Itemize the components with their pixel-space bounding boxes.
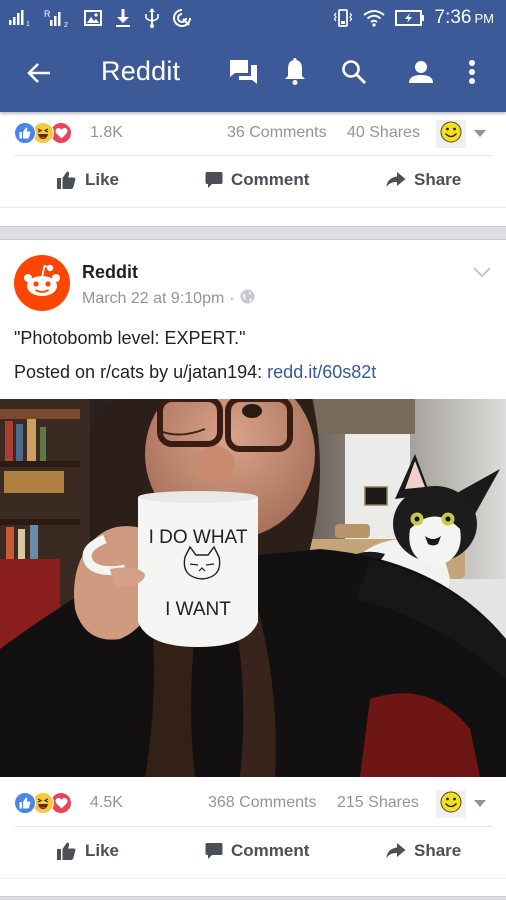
clock-time: 7:36: [434, 7, 472, 28]
share-arrow-icon: [386, 172, 406, 188]
comment-bubble-icon: [205, 171, 223, 189]
svg-text:2: 2: [64, 22, 68, 28]
reaction-profile-picker[interactable]: [436, 790, 466, 818]
smiley-face-icon: [440, 121, 462, 148]
meta-separator: ·: [229, 290, 235, 307]
shares-count[interactable]: 40 Shares: [347, 124, 420, 142]
share-arrow-icon: [386, 843, 406, 859]
page-title: Reddit: [101, 56, 181, 86]
post-action-row: Like Comment Share: [0, 826, 506, 876]
like-button[interactable]: Like: [57, 155, 119, 205]
share-button[interactable]: Share: [386, 155, 461, 205]
usb-icon: [144, 8, 160, 28]
divider: [0, 878, 506, 879]
clock-ampm: PM: [474, 11, 495, 26]
like-reaction-icon: [14, 122, 36, 144]
post-source-line: Posted on r/cats by u/jatan194: redd.it/…: [14, 362, 376, 383]
comment-button[interactable]: Comment: [205, 826, 309, 876]
share-label: Share: [414, 841, 462, 860]
wifi-icon: [362, 9, 385, 27]
comment-button[interactable]: Comment: [205, 155, 309, 205]
search-button[interactable]: [338, 58, 370, 90]
feed-separator: [0, 226, 506, 240]
chevron-down-icon[interactable]: [474, 800, 486, 807]
mug-text-bottom: I WANT: [165, 599, 231, 620]
like-reaction-icon: [14, 792, 36, 814]
divider: [0, 207, 506, 208]
app-bar: Reddit: [0, 36, 506, 112]
share-label: Share: [414, 170, 462, 189]
status-bar: 1 R2 7:36 PM: [0, 0, 506, 36]
like-button[interactable]: Like: [57, 826, 119, 876]
post-link[interactable]: redd.it/60s82t: [267, 362, 376, 382]
post-meta: March 22 at 9:10pm ·: [82, 289, 255, 309]
post-photo[interactable]: I DO WHAT I WANT: [0, 399, 506, 777]
post-caption: "Photobomb level: EXPERT.": [14, 328, 246, 348]
profile-button[interactable]: [405, 58, 437, 90]
notifications-bell-icon: [283, 57, 307, 91]
thumbs-up-icon: [57, 171, 77, 189]
clock: 7:36 PM: [435, 7, 494, 29]
comment-label: Comment: [231, 170, 310, 189]
back-arrow-icon: [26, 62, 52, 89]
svg-text:R: R: [44, 9, 51, 19]
reaction-count[interactable]: 1.8K: [90, 124, 123, 142]
post-action-row: Like Comment Share: [0, 155, 506, 205]
chevron-down-icon: [472, 265, 492, 283]
smiley-face-icon: [440, 791, 462, 818]
signal-sim1-icon: 1: [8, 9, 32, 27]
post-stats-row: 1.8K 36 Comments 40 Shares: [0, 114, 506, 152]
image-notification-icon: [84, 10, 102, 26]
hotspot-icon: [172, 8, 192, 28]
comment-bubble-icon: [205, 842, 223, 860]
reaction-profile-picker[interactable]: [436, 120, 466, 148]
comments-count[interactable]: 36 Comments: [227, 124, 327, 142]
globe-icon: [240, 289, 255, 309]
download-icon: [114, 8, 132, 28]
post-source-text: Posted on r/cats by u/jatan194:: [14, 362, 268, 382]
post-timestamp[interactable]: March 22 at 9:10pm: [82, 290, 224, 308]
reddit-snoo-icon: [22, 263, 62, 304]
avatar[interactable]: [14, 255, 70, 311]
svg-text:1: 1: [26, 21, 30, 27]
messenger-button[interactable]: [228, 58, 260, 90]
reaction-icons[interactable]: [14, 122, 72, 144]
reaction-count[interactable]: 4.5K: [90, 794, 123, 812]
comments-count[interactable]: 368 Comments: [208, 794, 317, 812]
more-vert-icon: [468, 59, 476, 90]
back-button[interactable]: [24, 60, 54, 90]
like-label: Like: [85, 841, 120, 860]
news-feed: 1.8K 36 Comments 40 Shares Like Comment: [0, 112, 506, 900]
reaction-icons[interactable]: [14, 792, 72, 814]
post-options-button[interactable]: [470, 262, 494, 286]
messenger-icon: [229, 58, 259, 91]
like-label: Like: [85, 170, 120, 189]
post-stats-row: 4.5K 368 Comments 215 Shares: [0, 784, 506, 822]
shares-count[interactable]: 215 Shares: [337, 794, 419, 812]
thumbs-up-icon: [57, 842, 77, 860]
share-button[interactable]: Share: [386, 826, 461, 876]
profile-icon: [408, 59, 434, 90]
post-author[interactable]: Reddit: [82, 262, 138, 283]
search-icon: [341, 59, 367, 90]
comment-label: Comment: [231, 841, 310, 860]
more-options-button[interactable]: [456, 58, 488, 90]
chevron-down-icon[interactable]: [474, 130, 486, 137]
battery-charging-icon: [394, 9, 425, 27]
notifications-button[interactable]: [279, 57, 311, 91]
signal-sim2-roaming-icon: R2: [44, 8, 72, 28]
feed-separator: [0, 896, 506, 900]
mug-text-top: I DO WHAT: [149, 527, 248, 548]
vibrate-icon: [333, 8, 353, 28]
